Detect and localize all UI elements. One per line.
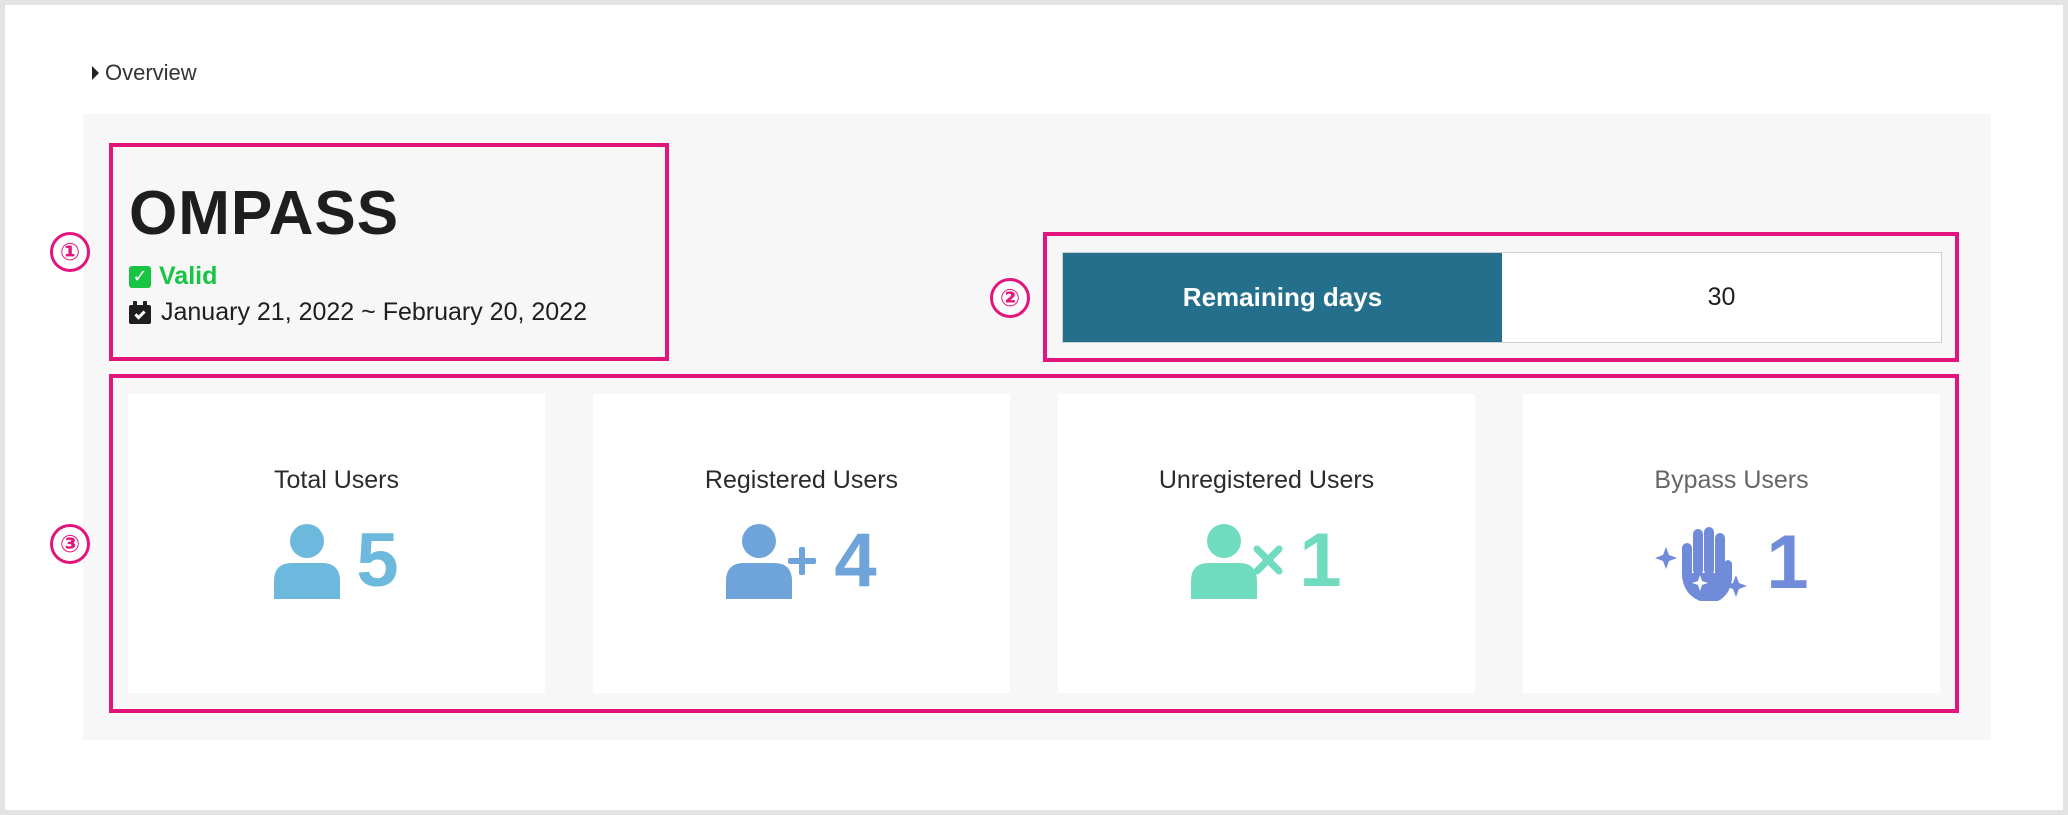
breadcrumb-label: Overview [105, 60, 197, 85]
user-plus-icon [726, 524, 817, 599]
calendar-icon [129, 301, 151, 324]
caret-right-icon [92, 66, 99, 80]
remaining-days-value: 30 [1707, 283, 1736, 311]
breadcrumb[interactable]: Overview [92, 60, 197, 86]
stat-card-unregistered-users: Unregistered Users 1 [1058, 394, 1475, 693]
stat-value: 4 [834, 518, 877, 603]
stat-value: 1 [1299, 518, 1342, 603]
stat-value: 5 [356, 518, 399, 603]
marker-2: ② [990, 278, 1030, 318]
remaining-days-box: Remaining days 30 [1062, 252, 1942, 343]
stat-label: Registered Users [704, 466, 899, 494]
stat-card-registered-users: Registered Users 4 [593, 394, 1010, 693]
stat-card-bypass-users: Bypass Users 1 [1523, 394, 1940, 693]
status-text: Valid [159, 262, 218, 290]
check-icon: ✓ [129, 265, 151, 288]
marker-3: ③ [50, 524, 90, 564]
product-title: OMPASS [129, 179, 400, 248]
license-period: January 21, 2022 ~ February 20, 2022 [129, 298, 587, 327]
user-x-icon [1191, 524, 1283, 599]
period-text: January 21, 2022 ~ February 20, 2022 [161, 298, 587, 326]
user-icon [274, 524, 341, 599]
highlight-box-1 [109, 143, 669, 361]
remaining-days-label: Remaining days [1063, 253, 1502, 342]
marker-1: ① [50, 232, 90, 272]
stat-value: 1 [1766, 520, 1809, 605]
hand-sparkle-icon [1655, 527, 1748, 601]
stat-label: Total Users [273, 466, 400, 494]
license-status: ✓ Valid [129, 262, 217, 291]
stat-card-total-users: Total Users 5 [128, 394, 545, 693]
stat-label: Bypass Users [1654, 466, 1809, 494]
stat-label: Unregistered Users [1158, 466, 1375, 494]
